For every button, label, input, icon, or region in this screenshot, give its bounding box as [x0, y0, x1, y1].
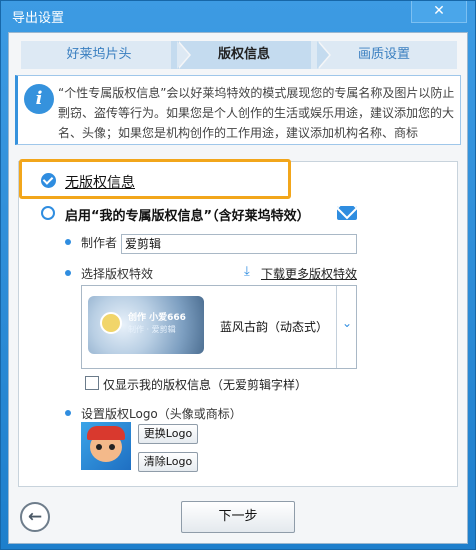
only-mine-checkbox[interactable]	[85, 376, 99, 390]
selection-highlight	[19, 159, 291, 199]
back-button[interactable]: ←	[20, 502, 50, 532]
step-tabs: 好莱坞片头 版权信息 画质设置	[21, 41, 457, 69]
selected-effect-name: 蓝风古韵（动态式）	[220, 320, 329, 334]
logo-label: 设置版权Logo（头像或商标）	[81, 407, 242, 421]
tab-quality-settings[interactable]: 画质设置	[311, 41, 457, 69]
replace-logo-button[interactable]: 更换Logo	[138, 424, 198, 444]
no-copyright-radio[interactable]	[41, 173, 56, 188]
title-bar[interactable]: 导出设置 ✕	[1, 1, 475, 31]
logo-thumbnail	[81, 422, 131, 470]
bullet-icon	[65, 410, 71, 416]
divider	[336, 286, 337, 368]
notice-text: “个性专属版权信息”会以好莱坞特效的模式展现您的专属名称及图片以防止剽窃、盗传等…	[58, 86, 455, 140]
tab-hollywood-intro[interactable]: 好莱坞片头	[21, 41, 191, 69]
custom-copyright-radio[interactable]	[41, 206, 55, 220]
tab-label: 画质设置	[357, 47, 410, 62]
custom-copyright-label[interactable]: 启用“我的专属版权信息”（含好莱坞特效）	[65, 205, 310, 224]
thumb-title: 创作 小爱666	[128, 313, 186, 323]
thumb-subtitle: 制作 · 爱剪辑	[128, 325, 176, 334]
download-more-effects-link[interactable]: 下载更多版权特效	[261, 265, 357, 282]
tab-copyright-info[interactable]: 版权信息	[171, 41, 331, 69]
effect-select[interactable]: 创作 小爱666 制作 · 爱剪辑 蓝风古韵（动态式） ⌄	[81, 285, 357, 369]
tab-label: 好莱坞片头	[66, 47, 132, 62]
chevron-down-icon[interactable]: ⌄	[340, 316, 354, 330]
effect-thumbnail: 创作 小爱666 制作 · 爱剪辑	[88, 296, 204, 354]
no-copyright-label[interactable]: 无版权信息	[65, 172, 135, 192]
bullet-icon	[65, 239, 71, 245]
info-icon: i	[24, 84, 54, 114]
close-icon: ✕	[433, 3, 445, 19]
author-label: 制作者	[81, 236, 118, 250]
export-settings-window: 导出设置 ✕ 好莱坞片头 版权信息 画质设置 i “个性专属版权信息”会以好莱坞…	[0, 0, 476, 550]
only-mine-label[interactable]: 仅显示我的版权信息（无爱剪辑字样）	[103, 376, 307, 393]
author-input[interactable]: 爱剪辑	[121, 234, 357, 254]
download-icon[interactable]: ⤓	[244, 265, 258, 279]
hat-icon	[87, 426, 125, 440]
close-button[interactable]: ✕	[411, 1, 467, 23]
mail-icon[interactable]	[337, 206, 357, 220]
bullet-icon	[65, 270, 71, 276]
badge-icon	[100, 312, 122, 334]
info-notice: i “个性专属版权信息”会以好莱坞特效的模式展现您的专属名称及图片以防止剽窃、盗…	[15, 75, 461, 145]
tab-label: 版权信息	[217, 47, 270, 62]
clear-logo-button[interactable]: 清除Logo	[138, 452, 198, 472]
effect-label: 选择版权特效	[81, 267, 154, 281]
window-title: 导出设置	[12, 11, 65, 26]
next-step-button[interactable]: 下一步	[181, 501, 295, 533]
arrow-left-icon: ←	[27, 507, 43, 527]
